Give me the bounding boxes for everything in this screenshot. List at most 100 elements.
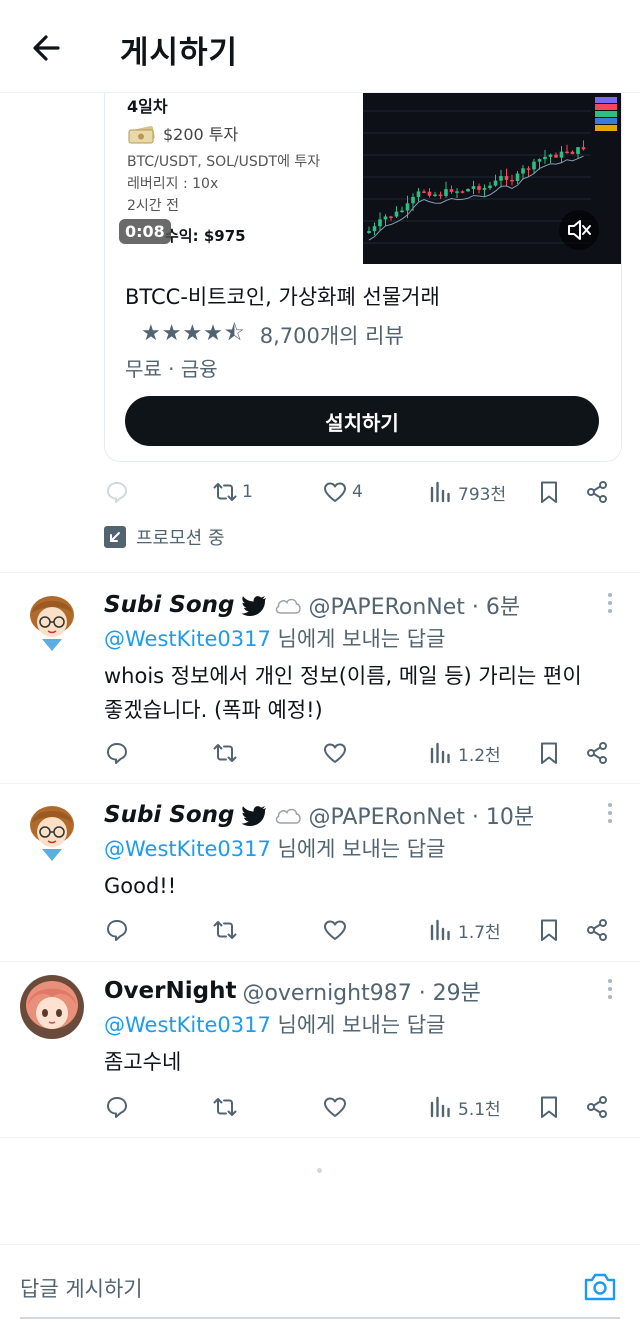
view-count: 5.1천	[458, 1099, 501, 1120]
replying-to: @WestKite0317 님에게 보내는 답글	[104, 833, 445, 863]
views-button[interactable]: 793천	[428, 476, 506, 508]
like-button[interactable]	[322, 737, 348, 769]
share-icon	[587, 742, 607, 764]
views-button[interactable]: 1.2천	[428, 737, 501, 769]
author-name[interactable]: Subi Song	[104, 592, 235, 618]
retweet-icon	[213, 921, 237, 939]
ad-card[interactable]: 4일차 $200 투자 BTC/USDT, SOL/USDT에 투자 레버리지 …	[104, 93, 622, 462]
reply-button[interactable]	[104, 1091, 130, 1123]
video-timestamp: 0:08	[119, 219, 171, 244]
reply-icon	[107, 743, 127, 764]
reply-header: Subi Song @PAPERonNet · 6분	[104, 589, 520, 621]
reply-compose-bar: 답글 게시하기	[0, 1244, 640, 1328]
divider	[0, 1137, 640, 1138]
like-count: 4	[352, 482, 363, 502]
more-options-icon[interactable]	[606, 977, 614, 1001]
top-bar: 게시하기	[0, 0, 640, 93]
author-name[interactable]: Subi Song	[104, 802, 235, 828]
camera-icon	[584, 1273, 616, 1301]
handle-and-time: @PAPERonNet · 6분	[308, 595, 521, 620]
heart-icon	[324, 743, 346, 763]
share-button[interactable]	[584, 737, 610, 769]
retweet-button[interactable]	[212, 737, 238, 769]
avatar[interactable]	[20, 799, 84, 863]
reply-button[interactable]	[104, 476, 130, 508]
view-count: 1.7천	[458, 922, 501, 943]
bookmark-icon	[541, 1096, 557, 1118]
divider	[0, 572, 640, 573]
heart-icon	[324, 482, 346, 502]
share-button[interactable]	[584, 476, 610, 508]
retweet-button[interactable]: 1	[212, 476, 253, 508]
reply-button[interactable]	[104, 914, 130, 946]
reply-header: OverNight @overnight987 · 29분	[104, 975, 481, 1007]
retweet-button[interactable]	[212, 914, 238, 946]
like-button[interactable]: 4	[322, 476, 363, 508]
ad-video[interactable]: 4일차 $200 투자 BTC/USDT, SOL/USDT에 투자 레버리지 …	[105, 93, 621, 264]
ad-category: 무료 · 금융	[125, 357, 218, 381]
tweet-text: 좀고수네	[104, 1050, 182, 1074]
bookmark-button[interactable]	[536, 914, 562, 946]
promoted-arrow-icon	[104, 526, 126, 548]
retweet-button[interactable]	[212, 1091, 238, 1123]
share-icon	[587, 481, 607, 503]
avatar[interactable]	[20, 589, 84, 653]
bar-chart-icon	[430, 742, 450, 764]
avatar[interactable]	[20, 975, 84, 1039]
reply-button[interactable]	[104, 737, 130, 769]
mute-button[interactable]	[559, 210, 599, 250]
page-title: 게시하기	[120, 35, 239, 71]
ad-invest-label: $200 투자	[163, 125, 239, 144]
promoted-label: 프로모션 중	[104, 524, 225, 550]
bird-icon	[241, 806, 266, 826]
ad-time-ago-label: 2시간 전	[127, 198, 179, 214]
back-button[interactable]	[28, 28, 68, 68]
input-underline	[20, 1317, 620, 1319]
view-count: 793천	[458, 484, 507, 505]
ad-leverage-label: 레버리지 : 10x	[127, 176, 219, 192]
ad-action-bar: 1 4 793천	[104, 476, 614, 508]
bird-icon	[241, 596, 266, 616]
bookmark-button[interactable]	[536, 1091, 562, 1123]
heart-icon	[324, 920, 346, 940]
ad-invest-row: $200 투자	[127, 121, 238, 145]
share-button[interactable]	[584, 914, 610, 946]
replying-to: @WestKite0317 님에게 보내는 답글	[104, 623, 445, 653]
views-button[interactable]: 1.7천	[428, 914, 501, 946]
install-button[interactable]: 설치하기	[125, 396, 599, 446]
mention-link[interactable]: @WestKite0317	[104, 627, 271, 651]
retweet-icon	[213, 744, 237, 762]
reply-icon	[107, 482, 127, 503]
mention-link[interactable]: @WestKite0317	[104, 1013, 271, 1037]
reply-input[interactable]: 답글 게시하기	[20, 1273, 143, 1303]
bar-chart-icon	[430, 1096, 450, 1118]
ad-pairs-label: BTC/USDT, SOL/USDT에 투자	[127, 154, 321, 170]
tweet-text: whois 정보에서 개인 정보(이름, 메일 등) 가리는 편이 좋겠습니다.…	[104, 664, 582, 722]
money-icon	[128, 126, 155, 144]
ad-video-left-panel: 4일차 $200 투자 BTC/USDT, SOL/USDT에 투자 레버리지 …	[105, 93, 363, 264]
views-button[interactable]: 5.1천	[428, 1091, 501, 1123]
like-button[interactable]	[322, 1091, 348, 1123]
bookmark-button[interactable]	[536, 476, 562, 508]
anime-avatar-icon	[20, 975, 84, 1039]
camera-button[interactable]	[582, 1269, 618, 1305]
bar-chart-icon	[430, 919, 450, 941]
bar-chart-icon	[430, 481, 450, 503]
author-name[interactable]: OverNight	[104, 978, 236, 1004]
ad-rating: ★★★★⯪ 8,700개의 리뷰	[141, 316, 404, 354]
reply-icon	[107, 1097, 127, 1118]
like-button[interactable]	[322, 914, 348, 946]
bookmark-icon	[541, 919, 557, 941]
mention-link[interactable]: @WestKite0317	[104, 837, 271, 861]
bookmark-button[interactable]	[536, 737, 562, 769]
divider	[0, 783, 640, 784]
retweet-icon	[213, 483, 237, 501]
review-count: 8,700개의 리뷰	[259, 324, 404, 348]
bookmark-icon	[541, 742, 557, 764]
share-icon	[587, 1096, 607, 1118]
more-options-icon[interactable]	[606, 591, 614, 615]
more-options-icon[interactable]	[606, 801, 614, 825]
share-button[interactable]	[584, 1091, 610, 1123]
loading-indicator	[317, 1168, 322, 1173]
retweet-count: 1	[242, 482, 253, 502]
